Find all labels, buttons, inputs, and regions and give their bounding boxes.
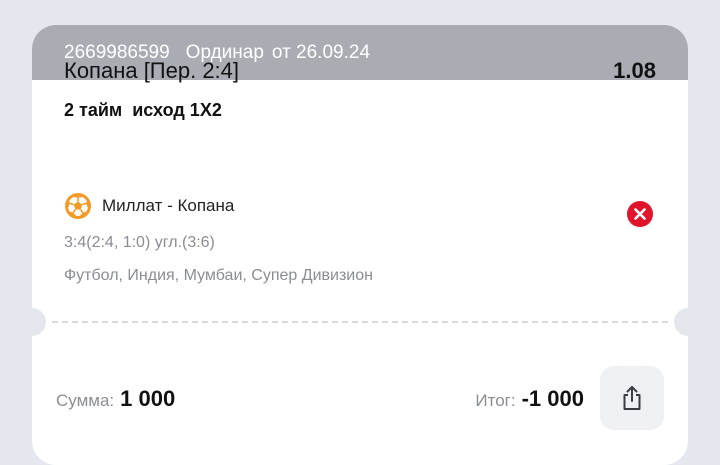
ticket-notch-left [32,308,46,336]
stake-block: Сумма: 1 000 [56,386,175,412]
result-label: Итог: [475,391,516,410]
share-icon [623,386,641,410]
event-row: Миллат - Копана [64,192,234,220]
score-detail: 3:4(2:4, 1:0) угл.(3:6) [64,234,215,251]
lost-x-icon [627,201,653,227]
league-path: Футбол, Индия, Мумбаи, Супер Дивизион [64,267,373,284]
event-name: Миллат - Копана [102,196,235,215]
ticket-notch-right [674,308,688,336]
market-name: Копана [Пер. 2:4] [64,58,240,83]
result-block: Итог: -1 000 [475,386,584,412]
dashed-divider [52,321,668,323]
bet-ticket[interactable]: 2669986599 Ординар от 26.09.24 Копана [П… [32,25,688,465]
share-button[interactable] [600,366,664,430]
market-row: Копана [Пер. 2:4] 1.08 [64,58,656,84]
stake-label: Сумма: [56,391,115,410]
result-value: -1 000 [521,386,584,411]
odds-value: 1.08 [613,58,656,83]
stake-value: 1 000 [120,386,176,411]
outcome-label: 2 тайм исход 1X2 [64,100,222,120]
soccer-ball-icon [65,193,91,219]
